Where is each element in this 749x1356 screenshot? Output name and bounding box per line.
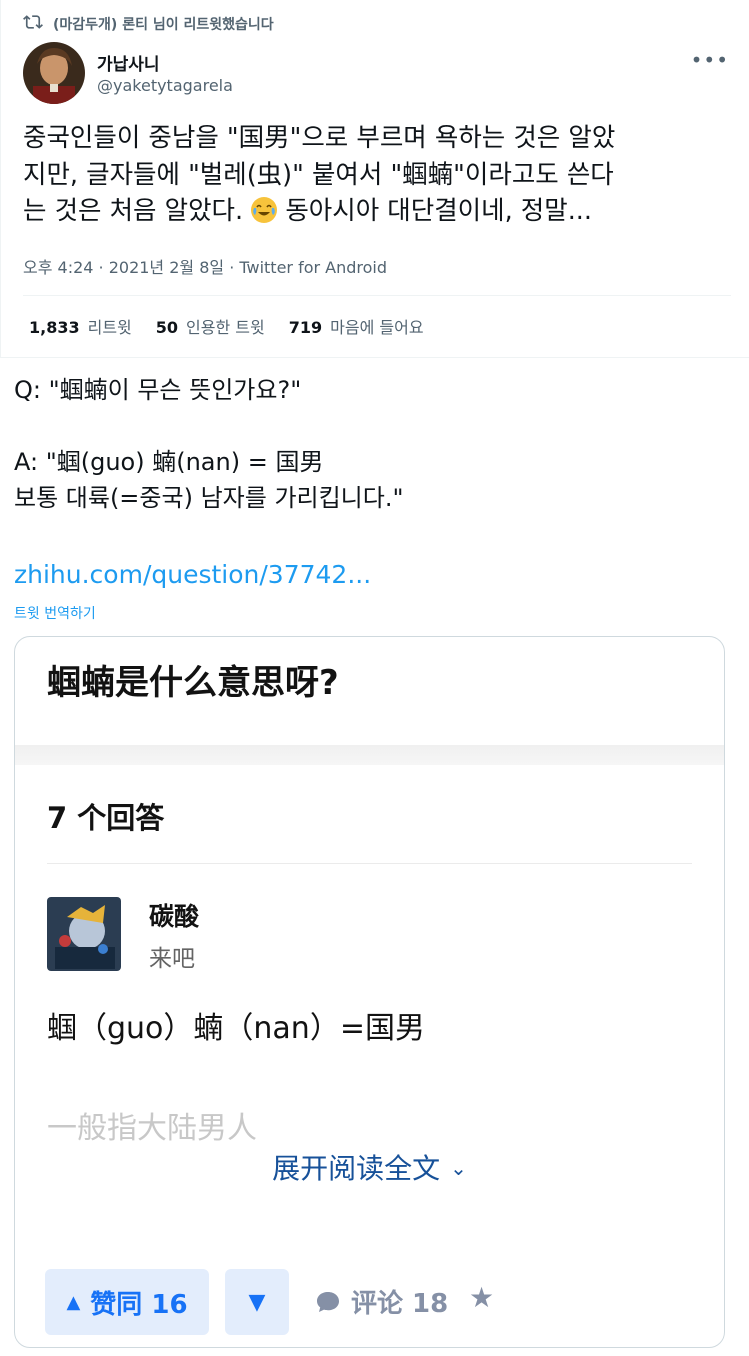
tweet-text-line-3: 는 것은 처음 알았다. 동아시아 대단결이네, 정말...: [23, 196, 593, 226]
avatar[interactable]: [23, 42, 85, 104]
question-line: Q: "蝈蝻이 무슨 뜻인가요?": [14, 376, 302, 404]
triangle-down-icon: ▼: [248, 1289, 266, 1315]
answerer-name: 碳酸: [149, 902, 200, 931]
retweet-indicator: (마감두개) 론티 님이 리트윗했습니다: [23, 12, 274, 36]
answerer-bio: 来吧: [149, 946, 195, 972]
tweet-text-line-1: 중국인들이 중남을 "国男"으로 부르며 욕하는 것은 알았: [23, 123, 616, 153]
quote-count[interactable]: 50 인용한 트윗: [156, 314, 265, 338]
tweet: (마감두개) 론티 님이 리트윗했습니다 가납사니 @yaketytagarel…: [0, 0, 749, 357]
tweet-text-line-2: 지만, 글자들에 "벌레(虫)" 붙여서 "蝈蝻"이라고도 쓴다: [23, 159, 614, 190]
answer-line-1: A: "蝈(guo) 蝻(nan) = 国男: [14, 448, 324, 476]
translate-tweet-link[interactable]: 트윗 번역하기: [14, 603, 96, 623]
retweet-label[interactable]: (마감두개) 론티 님이 리트윗했습니다: [53, 14, 274, 34]
answer-text: 蝈（guo）蝻（nan）=国男: [47, 1011, 425, 1046]
zhihu-question-title: 蝈蝻是什么意思呀?: [47, 663, 339, 703]
tweet-stats: 1,833 리트윗 50 인용한 트윗 719 마음에 들어요: [29, 314, 424, 338]
answer-count: 7 个回答: [47, 801, 165, 835]
handle[interactable]: @yaketytagarela: [97, 76, 233, 95]
downvote-button: ▼: [225, 1269, 289, 1335]
quoted-text: Q: "蝈蝻이 무슨 뜻인가요?" A: "蝈(guo) 蝻(nan) = 国男…: [14, 372, 734, 516]
tears-of-joy-emoji-icon: [251, 197, 278, 223]
answer-faded-text: 一般指大陆男人: [47, 1111, 257, 1146]
comments-button: 评论 18: [315, 1283, 448, 1320]
triangle-up-icon: ▲: [66, 1291, 81, 1313]
like-count[interactable]: 719 마음에 들어요: [289, 314, 424, 338]
more-options-icon[interactable]: •••: [691, 48, 729, 72]
display-name[interactable]: 가납사니: [97, 50, 160, 75]
answerer-avatar: [47, 897, 121, 971]
star-icon: ★: [469, 1281, 495, 1314]
retweet-icon: [23, 12, 43, 36]
zhihu-link[interactable]: zhihu.com/question/37742...: [14, 560, 371, 589]
expand-answer-button: 展开阅读全文 ⌄: [272, 1152, 467, 1185]
divider: [47, 863, 692, 864]
upvote-button: ▲ 赞同 16: [45, 1269, 209, 1335]
answer-line-2: 보통 대륙(=중국) 남자를 가리킵니다.": [14, 484, 404, 512]
retweet-count[interactable]: 1,833 리트윗: [29, 314, 132, 338]
comment-icon: [317, 1291, 339, 1312]
tweet-text: 중국인들이 중남을 "国男"으로 부르며 욕하는 것은 알았 지만, 글자들에 …: [23, 120, 723, 230]
divider: [0, 357, 749, 358]
zhihu-screenshot-card[interactable]: 蝈蝻是什么意思呀? 7 个回答 碳酸 来吧 蝈（guo）蝻（nan）=国男 一般…: [14, 636, 725, 1348]
chevron-down-icon: ⌄: [450, 1156, 467, 1180]
tweet-timestamp[interactable]: 오후 4:24 · 2021년 2월 8일 · Twitter for Andr…: [23, 254, 387, 278]
divider: [15, 745, 724, 765]
divider: [23, 295, 731, 296]
